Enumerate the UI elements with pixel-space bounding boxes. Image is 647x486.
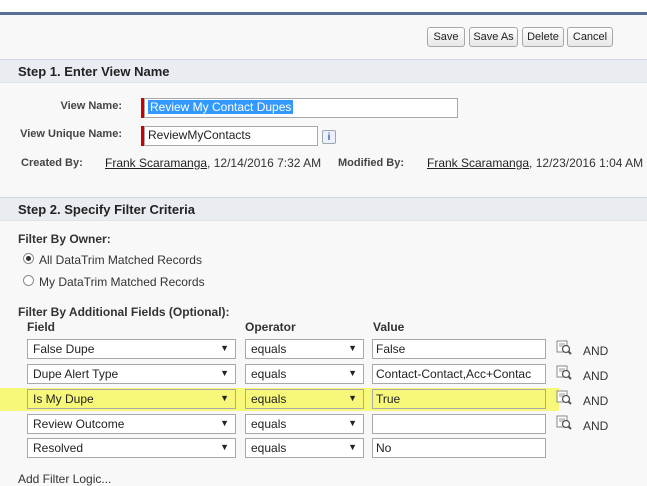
- delete-button[interactable]: Delete: [522, 27, 564, 47]
- value-input[interactable]: False: [372, 339, 546, 359]
- chevron-down-icon: ▼: [348, 442, 357, 452]
- operator-select[interactable]: equals ▼: [245, 438, 364, 458]
- step1-header: Step 1. Enter View Name: [0, 59, 647, 83]
- chevron-down-icon: ▼: [348, 393, 357, 403]
- cancel-button[interactable]: Cancel: [567, 27, 613, 47]
- and-label: AND: [583, 344, 609, 358]
- unique-name-label: View Unique Name:: [20, 128, 122, 140]
- created-by-date: , 12/14/2016 7:32 AM: [207, 156, 322, 170]
- field-select-value: Is My Dupe: [33, 392, 94, 406]
- chevron-down-icon: ▼: [348, 343, 357, 353]
- view-name-input[interactable]: Review My Contact Dupes: [144, 98, 458, 118]
- operator-select[interactable]: equals ▼: [245, 364, 364, 384]
- modified-by-user-link[interactable]: Frank Scaramanga: [427, 156, 529, 170]
- radio-my-records[interactable]: [23, 275, 34, 286]
- field-select[interactable]: Is My Dupe ▼: [27, 389, 236, 409]
- chevron-down-icon: ▼: [220, 418, 229, 428]
- operator-select-value: equals: [251, 342, 287, 356]
- radio-all-records[interactable]: [23, 253, 34, 264]
- value-input[interactable]: True: [372, 389, 546, 409]
- modified-by-date: , 12/23/2016 1:04 AM: [529, 156, 644, 170]
- save-button[interactable]: Save: [427, 27, 465, 47]
- lookup-icon[interactable]: [556, 340, 572, 356]
- value-input[interactable]: No: [372, 438, 546, 458]
- and-label: AND: [583, 394, 609, 408]
- col-header-field: Field: [27, 320, 56, 334]
- filter-owner-label: Filter By Owner:: [18, 232, 111, 246]
- chevron-down-icon: ▼: [348, 418, 357, 428]
- field-select[interactable]: Resolved ▼: [27, 438, 236, 458]
- and-label: AND: [583, 369, 609, 383]
- add-filter-logic-link[interactable]: Add Filter Logic...: [18, 472, 111, 486]
- chevron-down-icon: ▼: [220, 393, 229, 403]
- chevron-down-icon: ▼: [220, 343, 229, 353]
- field-select-value: False Dupe: [33, 342, 95, 356]
- chevron-down-icon: ▼: [348, 368, 357, 378]
- operator-select-value: equals: [251, 367, 287, 381]
- created-by-value: Frank Scaramanga, 12/14/2016 7:32 AM: [105, 156, 321, 170]
- col-header-value: Value: [373, 320, 405, 334]
- operator-select-value: equals: [251, 417, 287, 431]
- operator-select[interactable]: equals ▼: [245, 389, 364, 409]
- unique-name-input[interactable]: ReviewMyContacts: [144, 126, 318, 146]
- operator-select[interactable]: equals ▼: [245, 414, 364, 434]
- radio-my-records-label: My DataTrim Matched Records: [39, 275, 205, 289]
- modified-by-label: Modified By:: [338, 157, 404, 169]
- field-select-value: Resolved: [33, 441, 84, 455]
- col-header-operator: Operator: [245, 320, 296, 334]
- save-as-button[interactable]: Save As: [469, 27, 518, 47]
- created-by-user-link[interactable]: Frank Scaramanga: [105, 156, 207, 170]
- chevron-down-icon: ▼: [220, 442, 229, 452]
- lookup-icon[interactable]: [556, 365, 572, 381]
- field-select-value: Dupe Alert Type: [33, 367, 119, 381]
- field-select[interactable]: Review Outcome ▼: [27, 414, 236, 434]
- lookup-icon[interactable]: [556, 390, 572, 406]
- view-name-label: View Name:: [60, 100, 122, 112]
- lookup-icon[interactable]: [556, 415, 572, 431]
- top-gap: [0, 0, 647, 12]
- radio-all-records-label: All DataTrim Matched Records: [39, 253, 202, 267]
- field-select-value: Review Outcome: [33, 417, 125, 431]
- created-by-label: Created By:: [21, 157, 83, 169]
- operator-select-value: equals: [251, 392, 287, 406]
- step2-header: Step 2. Specify Filter Criteria: [0, 197, 647, 221]
- operator-select[interactable]: equals ▼: [245, 339, 364, 359]
- additional-filter-label: Filter By Additional Fields (Optional):: [18, 305, 230, 319]
- chevron-down-icon: ▼: [220, 368, 229, 378]
- page-top-border: [0, 12, 647, 15]
- step2-title: Step 2. Specify Filter Criteria: [18, 202, 196, 217]
- view-name-value: Review My Contact Dupes: [148, 100, 294, 114]
- modified-by-value: Frank Scaramanga, 12/23/2016 1:04 AM: [427, 156, 643, 170]
- field-select[interactable]: False Dupe ▼: [27, 339, 236, 359]
- value-input[interactable]: Contact-Contact,Acc+Contac: [372, 364, 546, 384]
- value-input[interactable]: [372, 414, 546, 434]
- step1-title: Step 1. Enter View Name: [18, 64, 170, 79]
- field-select[interactable]: Dupe Alert Type ▼: [27, 364, 236, 384]
- and-label: AND: [583, 419, 609, 433]
- operator-select-value: equals: [251, 441, 287, 455]
- info-icon[interactable]: i: [322, 130, 336, 144]
